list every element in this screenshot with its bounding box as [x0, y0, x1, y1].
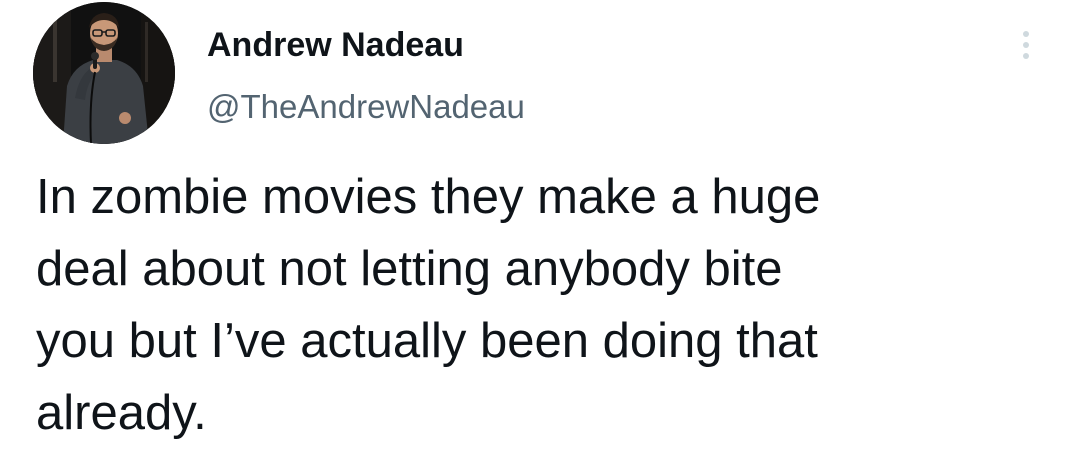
avatar[interactable]	[33, 2, 175, 144]
vertical-ellipsis-icon	[1023, 31, 1029, 59]
tweet-card: Andrew Nadeau @TheAndrewNadeau In zombie…	[0, 0, 1080, 471]
author-handle[interactable]: @TheAndrewNadeau	[207, 86, 525, 128]
tweet-text: In zombie movies they make a huge deal a…	[36, 170, 821, 440]
author-display-name[interactable]: Andrew Nadeau	[207, 24, 464, 66]
profile-photo-avatar-icon	[33, 2, 175, 144]
more-options-button[interactable]	[1006, 22, 1046, 72]
